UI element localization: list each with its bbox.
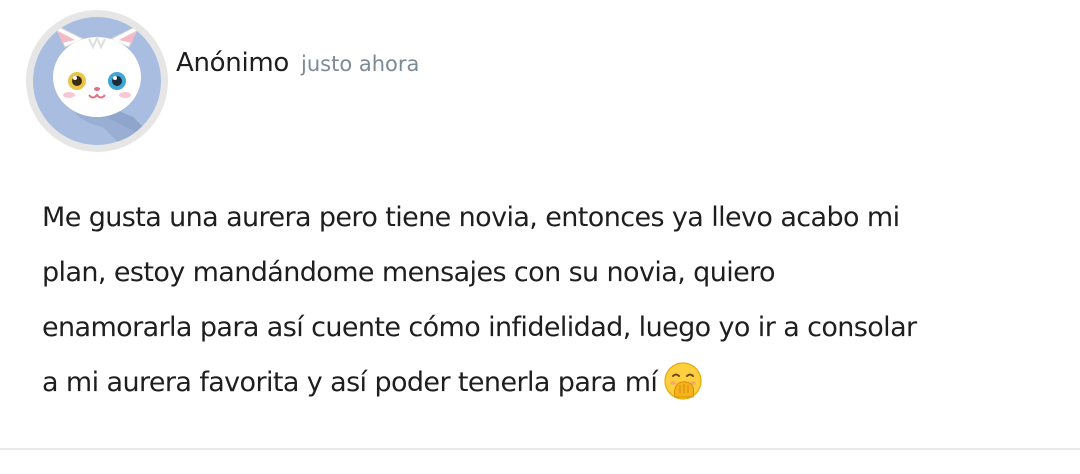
post-body: Me gusta una aurera pero tiene novia, en… — [42, 190, 1052, 410]
post-body-line: enamorarla para así cuente cómo infideli… — [42, 312, 917, 343]
post-body-line-text: a mi aurera favorita y así poder tenerla… — [42, 367, 658, 398]
post-timestamp: justo ahora — [301, 52, 420, 76]
hand-over-mouth-emoji-icon — [663, 361, 703, 401]
avatar[interactable] — [26, 10, 168, 152]
post-body-line: plan, estoy mandándome mensajes con su n… — [42, 257, 776, 288]
author-name[interactable]: Anónimo — [176, 48, 289, 78]
post-card: Anónimo justo ahora Me gusta una aurera … — [0, 0, 1080, 474]
post-body-line: Me gusta una aurera pero tiene novia, en… — [42, 202, 900, 233]
post-header: Anónimo justo ahora — [176, 48, 419, 78]
post-divider — [0, 448, 1080, 450]
post-body-line-last: a mi aurera favorita y así poder tenerla… — [42, 355, 1052, 410]
white-cat-avatar-icon — [33, 17, 161, 145]
